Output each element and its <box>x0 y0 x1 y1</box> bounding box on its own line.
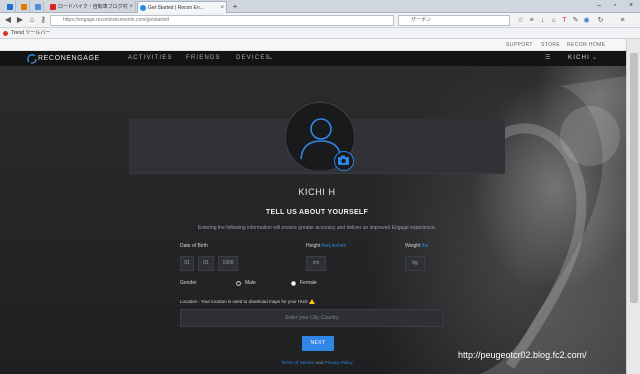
site-favicon <box>21 4 27 10</box>
close-tab-icon[interactable]: × <box>129 1 133 13</box>
dob-year-value: 1900 <box>222 260 234 266</box>
url-bar[interactable]: https://engage.reconinstruments.com/gets… <box>50 15 394 26</box>
browser-toolbar: ◀ ▶ ⌂ ⚷ https://engage.reconinstruments.… <box>0 13 640 28</box>
site-favicon <box>50 4 56 10</box>
dob-year-field[interactable]: 1900 <box>218 256 238 271</box>
gender-male-radio[interactable] <box>236 281 241 286</box>
dob-month-field[interactable]: 01 <box>198 256 214 271</box>
store-link[interactable]: STORE <box>541 39 560 51</box>
bookmark-trend-toolbar[interactable]: Trend ツールバー <box>11 28 50 39</box>
notification-icon[interactable]: ☰ <box>545 51 552 66</box>
tab-pinned-1[interactable] <box>4 1 16 13</box>
dob-label: Date of Birth <box>180 243 208 249</box>
and-text: and <box>315 360 324 365</box>
nav-friends[interactable]: FRIENDS <box>186 51 221 66</box>
gender-male-label[interactable]: Male <box>245 280 256 286</box>
weight-label: Weight lbs <box>405 243 428 249</box>
extension-icon[interactable]: ◉ <box>582 16 591 25</box>
user-menu[interactable]: KICHI <box>568 51 590 66</box>
location-label-text: Location - Your location is used to down… <box>180 299 308 304</box>
site-favicon <box>7 4 13 10</box>
location-input[interactable]: Enter your City, Country <box>180 309 444 327</box>
tab-label: Get Started | Recon En... <box>148 5 204 11</box>
support-link[interactable]: SUPPORT <box>506 39 533 51</box>
weight-label-text: Weight <box>405 243 421 249</box>
camera-icon <box>338 155 349 165</box>
browser-tab-bar: ロードバイク・自転車ブログ村 × Get Started | Recon En.… <box>0 0 640 13</box>
extension-icon[interactable]: T <box>560 16 569 25</box>
back-icon[interactable]: ◀ <box>3 15 13 25</box>
page-subheading: Entering the following information will … <box>197 225 437 231</box>
bookmarks-bar: Trend ツールバー <box>0 28 640 39</box>
tab-blogmura[interactable]: ロードバイク・自転車ブログ村 × <box>48 1 136 13</box>
url-text: https://engage.reconinstruments.com/gets… <box>63 17 169 23</box>
tab-pinned-3[interactable] <box>32 1 44 13</box>
search-text: ザーボン <box>411 17 432 23</box>
site-logo[interactable]: RECONENGAGE <box>38 51 100 66</box>
maximize-icon[interactable]: ▫ <box>608 0 622 12</box>
web-page: SUPPORT STORE RECON HOME RECONENGAGE ACT… <box>0 39 626 374</box>
recon-home-link[interactable]: RECON HOME <box>567 39 605 51</box>
home-button-icon[interactable]: ⌂ <box>549 16 558 25</box>
tab-label: ロードバイク・自転車ブログ村 <box>58 4 128 10</box>
window-close-icon[interactable]: × <box>624 0 638 12</box>
menu-icon[interactable]: ≡ <box>618 16 627 25</box>
trend-icon <box>3 31 8 36</box>
camera-upload-button[interactable] <box>334 151 354 171</box>
gender-label: Gender <box>180 280 197 286</box>
warning-icon <box>308 299 315 304</box>
tab-get-started[interactable]: Get Started | Recon En... × <box>137 1 227 13</box>
recon-favicon <box>140 5 146 11</box>
terms-link[interactable]: Terms of Service <box>281 360 315 365</box>
home-icon[interactable]: ⌂ <box>27 15 37 25</box>
location-label: Location - Your location is used to down… <box>180 299 315 304</box>
key-icon[interactable]: ⚷ <box>38 15 48 25</box>
page-scrollbar[interactable] <box>626 39 640 374</box>
dob-day-value: 01 <box>184 260 190 266</box>
height-label-text: Height <box>306 243 321 249</box>
location-placeholder: Enter your City, Country <box>285 315 339 321</box>
next-button[interactable]: NEXT <box>302 336 334 351</box>
minimize-icon[interactable]: – <box>592 0 606 12</box>
height-field[interactable]: cm <box>306 256 326 271</box>
chevron-down-icon[interactable]: ⌄ <box>268 51 274 66</box>
star-icon[interactable]: ☆ <box>516 16 525 25</box>
close-tab-icon[interactable]: × <box>220 2 224 13</box>
gender-female-label[interactable]: Female <box>300 280 317 286</box>
recon-logo-icon <box>27 54 37 64</box>
main-nav: RECONENGAGE ACTIVITIES FRIENDS DEVICES ⌄… <box>0 51 626 66</box>
gender-female-radio[interactable] <box>291 281 296 286</box>
page-heading: TELL US ABOUT YOURSELF <box>265 209 369 216</box>
height-unit-toggle[interactable]: feet,inches <box>322 243 346 249</box>
download-icon[interactable]: ↓ <box>538 16 547 25</box>
mail-icon <box>35 4 41 10</box>
dob-month-value: 01 <box>203 260 209 266</box>
new-tab-button[interactable]: + <box>230 1 240 12</box>
reading-list-icon[interactable]: ≡ <box>527 16 536 25</box>
height-placeholder: cm <box>312 260 320 266</box>
nav-activities[interactable]: ACTIVITIES <box>128 51 173 66</box>
blog-watermark: http://peugeotcr02.blog.fc2.com/ <box>458 350 587 360</box>
dob-day-field[interactable]: 01 <box>180 256 194 271</box>
privacy-link[interactable]: Privacy Policy <box>325 360 353 365</box>
chevron-down-icon[interactable]: ⌄ <box>592 51 598 66</box>
weight-unit-toggle[interactable]: lbs <box>422 243 428 249</box>
utility-bar: SUPPORT STORE RECON HOME <box>0 39 626 51</box>
weight-placeholder: kg <box>412 260 418 266</box>
extension-icon[interactable]: ✎ <box>571 16 580 25</box>
reload-icon[interactable]: ↻ <box>596 16 605 25</box>
search-bar[interactable]: ザーボン <box>398 15 510 26</box>
height-label: Height feet,inches <box>306 243 346 249</box>
forward-icon[interactable]: ▶ <box>15 15 25 25</box>
legal-links: Terms of Service and Privacy Policy <box>129 360 505 365</box>
tab-pinned-2[interactable] <box>18 1 30 13</box>
scrollbar-thumb[interactable] <box>630 53 638 303</box>
profile-name: KICHI H <box>298 187 336 197</box>
nav-devices[interactable]: DEVICES <box>236 51 271 66</box>
weight-field[interactable]: kg <box>405 256 425 271</box>
